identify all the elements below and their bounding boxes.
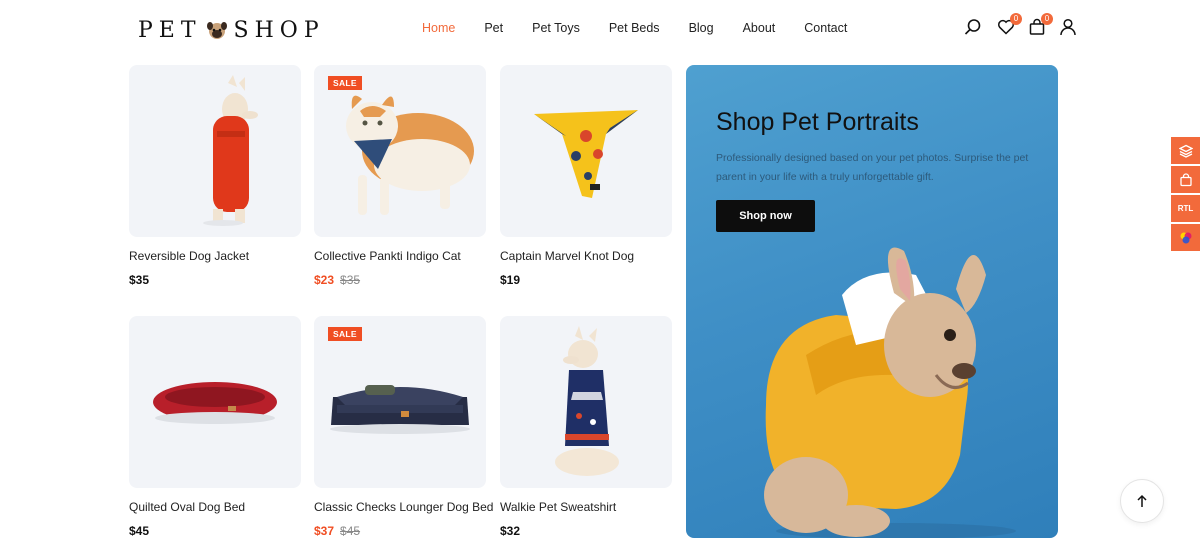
product-title[interactable]: Walkie Pet Sweatshirt [500, 500, 672, 514]
user-icon [1060, 18, 1076, 36]
product-image[interactable] [129, 316, 301, 488]
demos-button[interactable] [1171, 137, 1200, 164]
product-sale-price: $23 [314, 273, 335, 287]
promo-description: Professionally designed based on your pe… [716, 152, 1029, 183]
side-toolbar: RTL [1171, 137, 1200, 253]
product-price: $45 [129, 524, 150, 538]
product-card[interactable]: Captain Marvel Knot Dog $19 [500, 65, 672, 287]
french-bulldog-image [764, 247, 1016, 538]
product-card[interactable]: Quilted Oval Dog Bed $45 [129, 316, 301, 538]
account-button[interactable] [1059, 18, 1077, 36]
rtl-label: RTL [1177, 204, 1194, 213]
logo-text-right: SHOP [233, 17, 325, 43]
product-card[interactable]: Walkie Pet Sweatshirt $32 [500, 316, 672, 538]
arrow-up-icon [1137, 494, 1147, 507]
price-row: $35 [129, 273, 301, 287]
bandana-image [534, 110, 638, 198]
product-image[interactable]: SALE [314, 65, 486, 237]
promo-banner: Shop Pet Portraits Professionally design… [686, 65, 1058, 538]
nav-item-pet-toys[interactable]: Pet Toys [532, 21, 580, 35]
header-actions: 0 0 [964, 13, 1084, 36]
dog-jacket-image [203, 75, 258, 226]
nav-item-about[interactable]: About [743, 21, 776, 35]
product-old-price: $35 [340, 273, 361, 287]
product-image[interactable] [500, 65, 672, 237]
product-image[interactable] [500, 316, 672, 488]
product-title[interactable]: Collective Pankti Indigo Cat [314, 249, 486, 263]
shopping-bag-icon [1179, 172, 1192, 186]
nav-item-pet[interactable]: Pet [484, 21, 503, 35]
layers-icon [1178, 144, 1193, 158]
product-price: $35 [129, 273, 150, 287]
price-row: $19 [500, 273, 672, 287]
palette-icon [1180, 232, 1191, 243]
cart-count-badge: 0 [1041, 13, 1053, 25]
nav-item-pet-beds[interactable]: Pet Beds [609, 21, 660, 35]
product-image[interactable]: SALE [314, 316, 486, 488]
cart-button[interactable]: 0 [1028, 13, 1053, 36]
nav-item-home[interactable]: Home [422, 21, 455, 35]
product-price: $19 [500, 273, 521, 287]
product-card[interactable]: SALE Classic Checks Lounger Dog Bed $37 … [314, 316, 493, 538]
dog-sweatshirt-image [555, 326, 619, 476]
product-old-price: $45 [340, 524, 361, 538]
buy-button[interactable] [1171, 166, 1200, 193]
product-card[interactable]: SALE Collective Pankti Indigo Cat $23 $3… [314, 65, 486, 287]
pug-logo-icon [206, 22, 227, 39]
oval-dog-bed-image [153, 382, 277, 424]
rtl-toggle-button[interactable]: RTL [1171, 195, 1200, 222]
product-card[interactable]: Reversible Dog Jacket $35 [129, 65, 301, 287]
price-row: $37 $45 [314, 524, 486, 538]
price-row: $32 [500, 524, 672, 538]
search-icon [964, 19, 981, 35]
promo-title: Shop Pet Portraits [716, 108, 919, 136]
product-price: $32 [500, 524, 521, 538]
site-logo[interactable]: PET SHOP [138, 16, 325, 44]
price-row: $45 [129, 524, 301, 538]
wishlist-count-badge: 0 [1010, 13, 1022, 25]
product-sale-price: $37 [314, 524, 335, 538]
color-switcher-button[interactable] [1171, 224, 1200, 251]
back-to-top-button[interactable] [1120, 479, 1164, 523]
sale-badge: SALE [328, 327, 362, 341]
nav-item-contact[interactable]: Contact [804, 21, 847, 35]
nav-item-blog[interactable]: Blog [689, 21, 714, 35]
cat-bandana-image [346, 95, 474, 215]
product-title[interactable]: Classic Checks Lounger Dog Bed [314, 500, 493, 514]
search-button[interactable] [964, 18, 982, 36]
main-nav: Home Pet Pet Toys Pet Beds Blog About Co… [422, 21, 876, 35]
product-title[interactable]: Captain Marvel Knot Dog [500, 249, 672, 263]
logo-text-left: PET [138, 17, 202, 43]
product-title[interactable]: Quilted Oval Dog Bed [129, 500, 301, 514]
wishlist-button[interactable]: 0 [997, 13, 1022, 36]
lounger-dog-bed-image [330, 385, 470, 434]
price-row: $23 $35 [314, 273, 486, 287]
product-image[interactable] [129, 65, 301, 237]
sale-badge: SALE [328, 76, 362, 90]
product-title[interactable]: Reversible Dog Jacket [129, 249, 301, 263]
